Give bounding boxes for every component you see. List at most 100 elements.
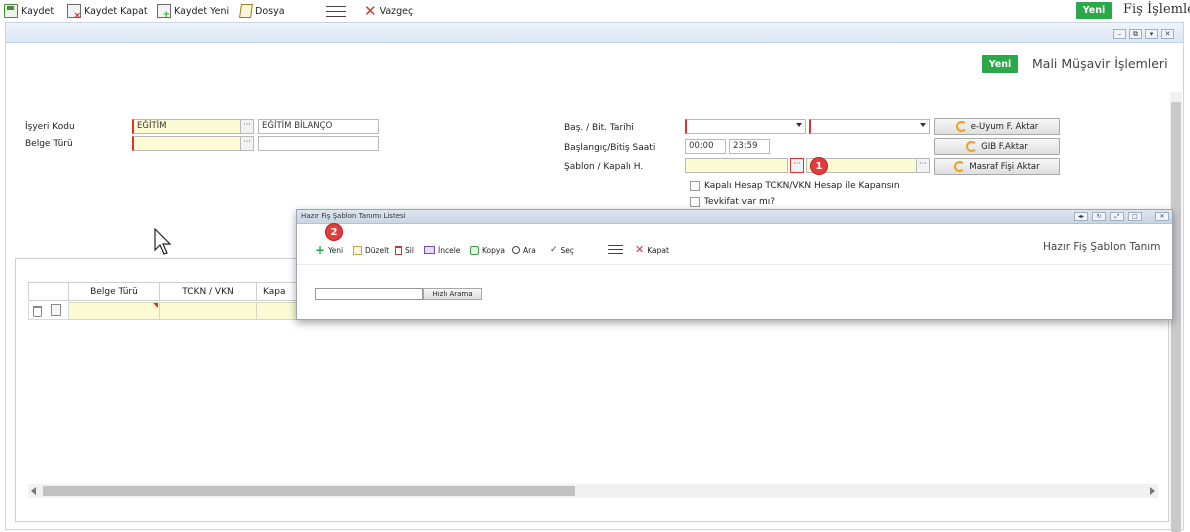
- kaydet-yeni-button[interactable]: Kaydet Yeni: [157, 3, 230, 20]
- save-close-icon: [67, 4, 81, 21]
- dialog-restore-icon[interactable]: □: [1128, 212, 1142, 221]
- copy-icon: [470, 245, 479, 255]
- quick-search-button[interactable]: Hızlı Arama: [423, 288, 482, 300]
- hamburger-menu-icon[interactable]: [326, 6, 346, 17]
- dialog-incele-label: İncele: [438, 245, 461, 255]
- isyeri-kodu-label: İşyeri Kodu: [25, 122, 75, 132]
- belge-turu-name-input[interactable]: [258, 136, 379, 151]
- grid-column-header[interactable]: Belge Türü: [69, 282, 160, 301]
- kaydet-button[interactable]: Kaydet: [4, 3, 54, 19]
- tevkifat-checkbox-label: Tevkifat var mı?: [704, 197, 776, 207]
- sablon-lookup-button[interactable]: ···: [790, 158, 804, 173]
- euyum-aktar-label: e-Uyum F. Aktar: [970, 121, 1039, 132]
- grid-cell-kapali[interactable]: [257, 302, 297, 320]
- masraf-fisi-aktar-label: Masraf Fişi Aktar: [969, 161, 1040, 172]
- refresh-icon: [955, 121, 967, 132]
- check-icon: ✓: [550, 245, 558, 255]
- trash-icon[interactable]: [33, 306, 42, 317]
- dialog-kapat-label: Kapat: [647, 245, 669, 255]
- top-yeni-button[interactable]: Yeni: [1076, 2, 1112, 19]
- bas-bit-saati-label: Başlangıç/Bitiş Saati: [564, 143, 656, 153]
- horizontal-scrollbar[interactable]: [28, 484, 1158, 498]
- close-x-icon: ✕: [364, 2, 377, 20]
- kapali-hesap-lookup-button[interactable]: ···: [916, 158, 930, 173]
- gib-aktar-label: GIB F.Aktar: [981, 141, 1028, 152]
- quick-search-input[interactable]: [315, 288, 423, 300]
- dialog-pin-icon[interactable]: ◂▸: [1074, 212, 1088, 221]
- dialog-duzelt-label: Düzelt: [365, 245, 390, 255]
- required-marker-icon: [153, 303, 158, 308]
- main-toolbar: Kaydet Kaydet Kapat Kaydet Yeni Dosya ✕ …: [0, 0, 1190, 22]
- form-yeni-button[interactable]: Yeni: [982, 55, 1018, 73]
- dosya-label: Dosya: [255, 5, 285, 17]
- bitis-saati-input[interactable]: 23:59: [729, 139, 770, 154]
- belge-turu-label: Belge Türü: [25, 139, 73, 149]
- chevron-down-icon: [796, 123, 802, 127]
- dialog-sec-label: Seç: [560, 245, 575, 255]
- page-title: Fiş İşlemle: [1123, 2, 1190, 17]
- isyeri-adi-input[interactable]: EĞİTİM BİLANÇO: [258, 119, 379, 134]
- dialog-close-icon[interactable]: ✕: [1155, 212, 1169, 221]
- form-title: Mali Müşavir İşlemleri: [1032, 56, 1168, 71]
- isyeri-kodu-lookup-button[interactable]: ···: [240, 119, 254, 134]
- dialog-kopya-label: Kopya: [482, 245, 505, 255]
- dialog-kapat-button[interactable]: ✕ Kapat: [635, 244, 669, 256]
- tevkifat-checkbox[interactable]: [690, 197, 700, 207]
- chevron-down-icon: [920, 123, 926, 127]
- kaydet-yeni-label: Kaydet Yeni: [174, 5, 230, 17]
- window-close-icon[interactable]: ✕: [1161, 29, 1174, 39]
- dialog-title-bar: [297, 210, 1172, 224]
- grid-cell-belge-turu[interactable]: [69, 302, 160, 320]
- step-2-callout: 2: [325, 223, 343, 241]
- refresh-icon: [966, 141, 978, 152]
- dialog-hamburger-menu-icon[interactable]: [608, 245, 623, 254]
- dialog-title: Hazır Fiş Şablon Tanımı Listesi: [301, 212, 406, 220]
- belge-turu-input[interactable]: [132, 136, 241, 151]
- dialog-yeni-button[interactable]: + Yeni: [315, 244, 343, 256]
- dialog-separator: [297, 264, 1172, 265]
- search-icon: [512, 246, 520, 254]
- dialog-duzelt-button[interactable]: Düzelt: [353, 244, 389, 256]
- kapali-hesap-checkbox[interactable]: [690, 181, 700, 191]
- grid-column-header[interactable]: TCKN / VKN: [160, 282, 257, 301]
- belge-turu-lookup-button[interactable]: ···: [240, 136, 254, 151]
- grid-action-header: [28, 282, 69, 301]
- grid-column-header[interactable]: Kapa: [257, 282, 297, 301]
- window-restore-icon[interactable]: ⧉: [1129, 29, 1142, 39]
- scroll-right-icon[interactable]: [1150, 487, 1155, 495]
- kaydet-label: Kaydet: [21, 5, 55, 17]
- isyeri-kodu-input[interactable]: EĞİTİM: [132, 119, 241, 134]
- baslangic-saati-input[interactable]: 00:00: [685, 139, 726, 154]
- vazgec-button[interactable]: ✕ Vazgeç: [364, 3, 413, 19]
- euyum-aktar-button[interactable]: e-Uyum F. Aktar: [934, 118, 1060, 135]
- bas-bit-tarihi-label: Baş. / Bit. Tarihi: [564, 123, 634, 133]
- dialog-refresh-icon[interactable]: ↻: [1092, 212, 1106, 221]
- dialog-maximize-icon[interactable]: ⤢: [1110, 212, 1124, 221]
- scroll-left-icon[interactable]: [31, 487, 36, 495]
- window-dropdown-icon[interactable]: ▾: [1145, 29, 1158, 39]
- sablon-input[interactable]: [685, 158, 788, 173]
- vazgec-label: Vazgeç: [379, 5, 414, 17]
- dialog-ara-label: Ara: [523, 245, 536, 255]
- grid-cell-tckn[interactable]: [160, 302, 257, 320]
- dialog-ara-button[interactable]: Ara: [512, 244, 536, 256]
- window-minimize-icon[interactable]: –: [1113, 29, 1126, 39]
- view-icon: [424, 246, 435, 254]
- document-icon[interactable]: [51, 304, 61, 316]
- close-x-icon: ✕: [635, 243, 645, 256]
- file-icon: [239, 4, 253, 18]
- dialog-kopya-button[interactable]: Kopya: [470, 244, 505, 256]
- dialog-sil-button[interactable]: Sil: [395, 244, 414, 256]
- kaydet-kapat-button[interactable]: Kaydet Kapat: [67, 3, 148, 21]
- masraf-fisi-aktar-button[interactable]: Masraf Fişi Aktar: [934, 158, 1060, 175]
- gib-aktar-button[interactable]: GIB F.Aktar: [934, 138, 1060, 155]
- kapali-hesap-checkbox-label: Kapalı Hesap TCKN/VKN Hesap ile Kapansın: [704, 181, 900, 191]
- baslangic-tarihi-select[interactable]: [685, 119, 806, 134]
- dialog-sec-button[interactable]: ✓ Seç: [550, 244, 574, 256]
- kaydet-kapat-label: Kaydet Kapat: [84, 5, 148, 17]
- dialog-incele-button[interactable]: İncele: [424, 244, 460, 256]
- trash-icon: [395, 245, 402, 255]
- dosya-button[interactable]: Dosya: [239, 3, 285, 19]
- bitis-tarihi-select[interactable]: [809, 119, 930, 134]
- horizontal-scrollbar-thumb[interactable]: [43, 486, 575, 496]
